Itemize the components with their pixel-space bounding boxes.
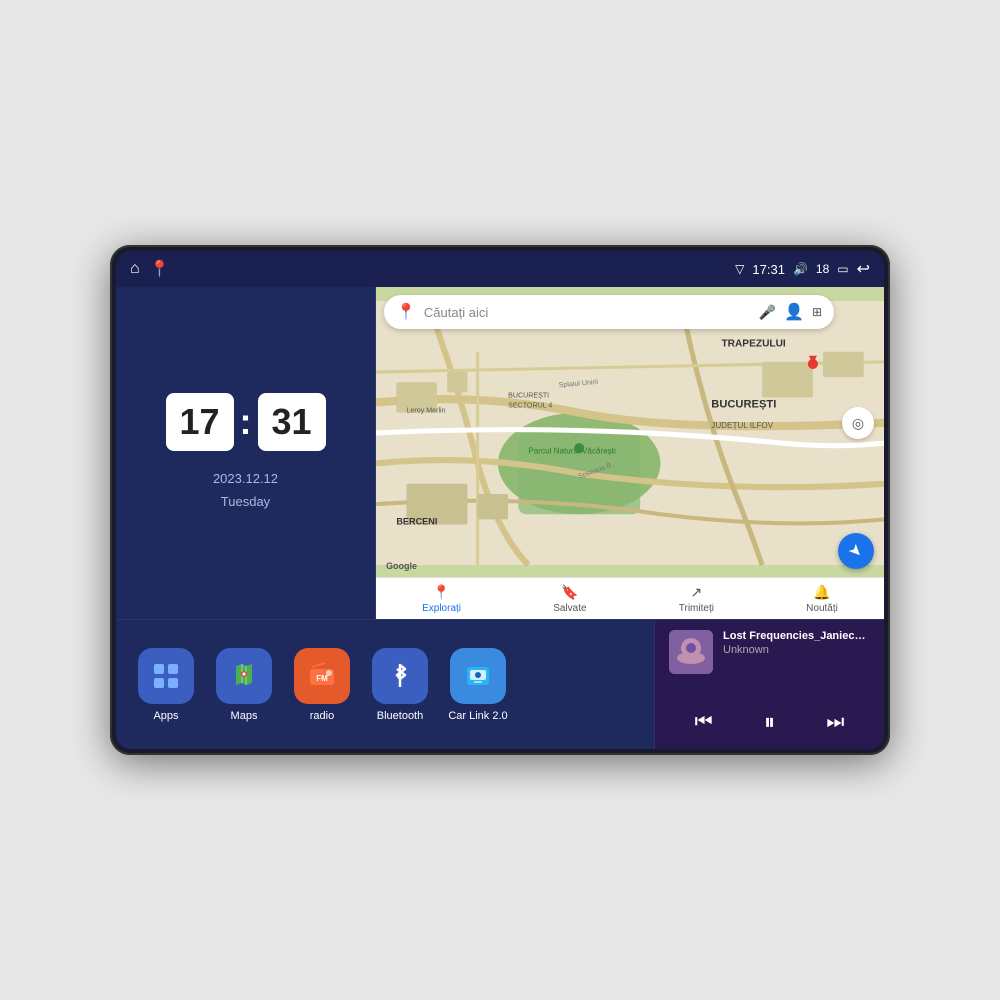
- map-navigate-button[interactable]: ➤: [838, 533, 874, 569]
- top-section: 17 : 31 2023.12.12 Tuesday: [116, 287, 884, 619]
- radio-label: radio: [310, 710, 334, 722]
- media-info: Lost Frequencies_Janieck Devy-... Unknow…: [723, 630, 870, 656]
- maps-label: Maps: [231, 710, 258, 722]
- maps-shortcut-icon[interactable]: 📍: [150, 259, 170, 279]
- explore-icon: 📍: [433, 584, 450, 601]
- signal-icon: ▽: [735, 262, 744, 276]
- screen: ⌂ 📍 ▽ 17:31 🔊 18 ▭ ↩ 17 :: [116, 251, 884, 749]
- map-bottom-nav: 📍 Explorați 🔖 Salvate ↗ Trimiteți 🔔: [376, 577, 884, 619]
- media-next-button[interactable]: ⏭: [818, 707, 852, 738]
- mic-icon[interactable]: 🎤: [759, 304, 776, 321]
- map-location-button[interactable]: ◎: [842, 407, 874, 439]
- map-search-text: Căutați aici: [424, 305, 488, 320]
- svg-text:BERCENI: BERCENI: [396, 516, 437, 526]
- map-nav-saved[interactable]: 🔖 Salvate: [553, 584, 586, 614]
- account-icon[interactable]: 👤: [784, 302, 804, 322]
- svg-text:FM: FM: [316, 674, 328, 683]
- svg-text:JUDEȚUL ILFOV: JUDEȚUL ILFOV: [711, 421, 773, 430]
- svg-text:BUCUREȘTI: BUCUREȘTI: [508, 391, 549, 399]
- back-icon[interactable]: ↩: [857, 259, 870, 279]
- saved-icon: 🔖: [561, 584, 578, 601]
- grid-icon[interactable]: ⊞: [812, 305, 822, 319]
- status-bar: ⌂ 📍 ▽ 17:31 🔊 18 ▭ ↩: [116, 251, 884, 287]
- media-player: Lost Frequencies_Janieck Devy-... Unknow…: [654, 620, 884, 749]
- svg-text:SECTORUL 4: SECTORUL 4: [508, 402, 552, 410]
- media-controls: ⏮ ⏸ ⏭: [669, 705, 870, 739]
- bluetooth-icon: [372, 648, 428, 704]
- google-logo: Google: [386, 561, 417, 571]
- media-top: Lost Frequencies_Janieck Devy-... Unknow…: [669, 630, 870, 674]
- main-content: 17 : 31 2023.12.12 Tuesday: [116, 287, 884, 749]
- media-prev-button[interactable]: ⏮: [687, 707, 721, 738]
- media-play-button[interactable]: ⏸: [756, 705, 783, 739]
- map-pin-icon: 📍: [396, 302, 416, 322]
- svg-text:BUCUREȘTI: BUCUREȘTI: [711, 399, 776, 411]
- map-nav-explore[interactable]: 📍 Explorați: [422, 584, 461, 614]
- home-icon[interactable]: ⌂: [130, 260, 140, 278]
- app-item-carlink[interactable]: Car Link 2.0: [448, 648, 508, 722]
- app-item-bluetooth[interactable]: Bluetooth: [370, 648, 430, 722]
- svg-text:Parcul Natural Văcărești: Parcul Natural Văcărești: [528, 446, 616, 455]
- carlink-label: Car Link 2.0: [448, 710, 507, 722]
- device-frame: ⌂ 📍 ▽ 17:31 🔊 18 ▭ ↩ 17 :: [110, 245, 890, 755]
- app-item-radio[interactable]: FM radio: [292, 648, 352, 722]
- maps-icon: [216, 648, 272, 704]
- svg-text:TRAPEZULUI: TRAPEZULUI: [721, 339, 785, 350]
- news-label: Noutăți: [806, 603, 838, 614]
- status-time: 17:31: [752, 262, 785, 277]
- svg-text:Leroy Merlin: Leroy Merlin: [406, 407, 445, 415]
- navigate-icon: ➤: [844, 539, 868, 563]
- media-thumbnail: [669, 630, 713, 674]
- map-background: TRAPEZULUI BUCUREȘTI JUDEȚUL ILFOV BERCE…: [376, 287, 884, 579]
- volume-icon: 🔊: [793, 262, 808, 276]
- app-item-maps[interactable]: Maps: [214, 648, 274, 722]
- bluetooth-label: Bluetooth: [377, 710, 423, 722]
- battery-level: 18: [816, 262, 829, 276]
- map-search-bar[interactable]: 📍 Căutați aici 🎤 👤 ⊞: [384, 295, 834, 329]
- map-search-right: 🎤 👤 ⊞: [759, 302, 822, 322]
- carlink-icon: [450, 648, 506, 704]
- clock-date: 2023.12.12 Tuesday: [213, 467, 278, 514]
- explore-label: Explorați: [422, 603, 461, 614]
- app-item-apps[interactable]: Apps: [136, 648, 196, 722]
- clock-hours: 17: [166, 393, 234, 451]
- clock-display: 17 : 31: [166, 393, 326, 451]
- apps-label: Apps: [153, 710, 178, 722]
- media-title: Lost Frequencies_Janieck Devy-...: [723, 630, 870, 642]
- clock-minutes: 31: [258, 393, 326, 451]
- apps-icon: [138, 648, 194, 704]
- apps-row: Apps Maps: [116, 620, 654, 749]
- send-label: Trimiteți: [679, 603, 714, 614]
- media-artist: Unknown: [723, 644, 870, 656]
- clock-colon: :: [240, 401, 252, 443]
- radio-icon: FM: [294, 648, 350, 704]
- location-icon: ◎: [852, 415, 864, 432]
- saved-label: Salvate: [553, 603, 586, 614]
- send-icon: ↗: [690, 584, 702, 601]
- bottom-section: Apps Maps: [116, 619, 884, 749]
- map-panel[interactable]: TRAPEZULUI BUCUREȘTI JUDEȚUL ILFOV BERCE…: [376, 287, 884, 619]
- clock-panel: 17 : 31 2023.12.12 Tuesday: [116, 287, 376, 619]
- status-right: ▽ 17:31 🔊 18 ▭ ↩: [735, 259, 870, 279]
- status-left: ⌂ 📍: [130, 259, 170, 279]
- map-nav-send[interactable]: ↗ Trimiteți: [679, 584, 714, 614]
- news-icon: 🔔: [813, 584, 830, 601]
- map-nav-news[interactable]: 🔔 Noutăți: [806, 584, 838, 614]
- battery-icon: ▭: [837, 262, 848, 276]
